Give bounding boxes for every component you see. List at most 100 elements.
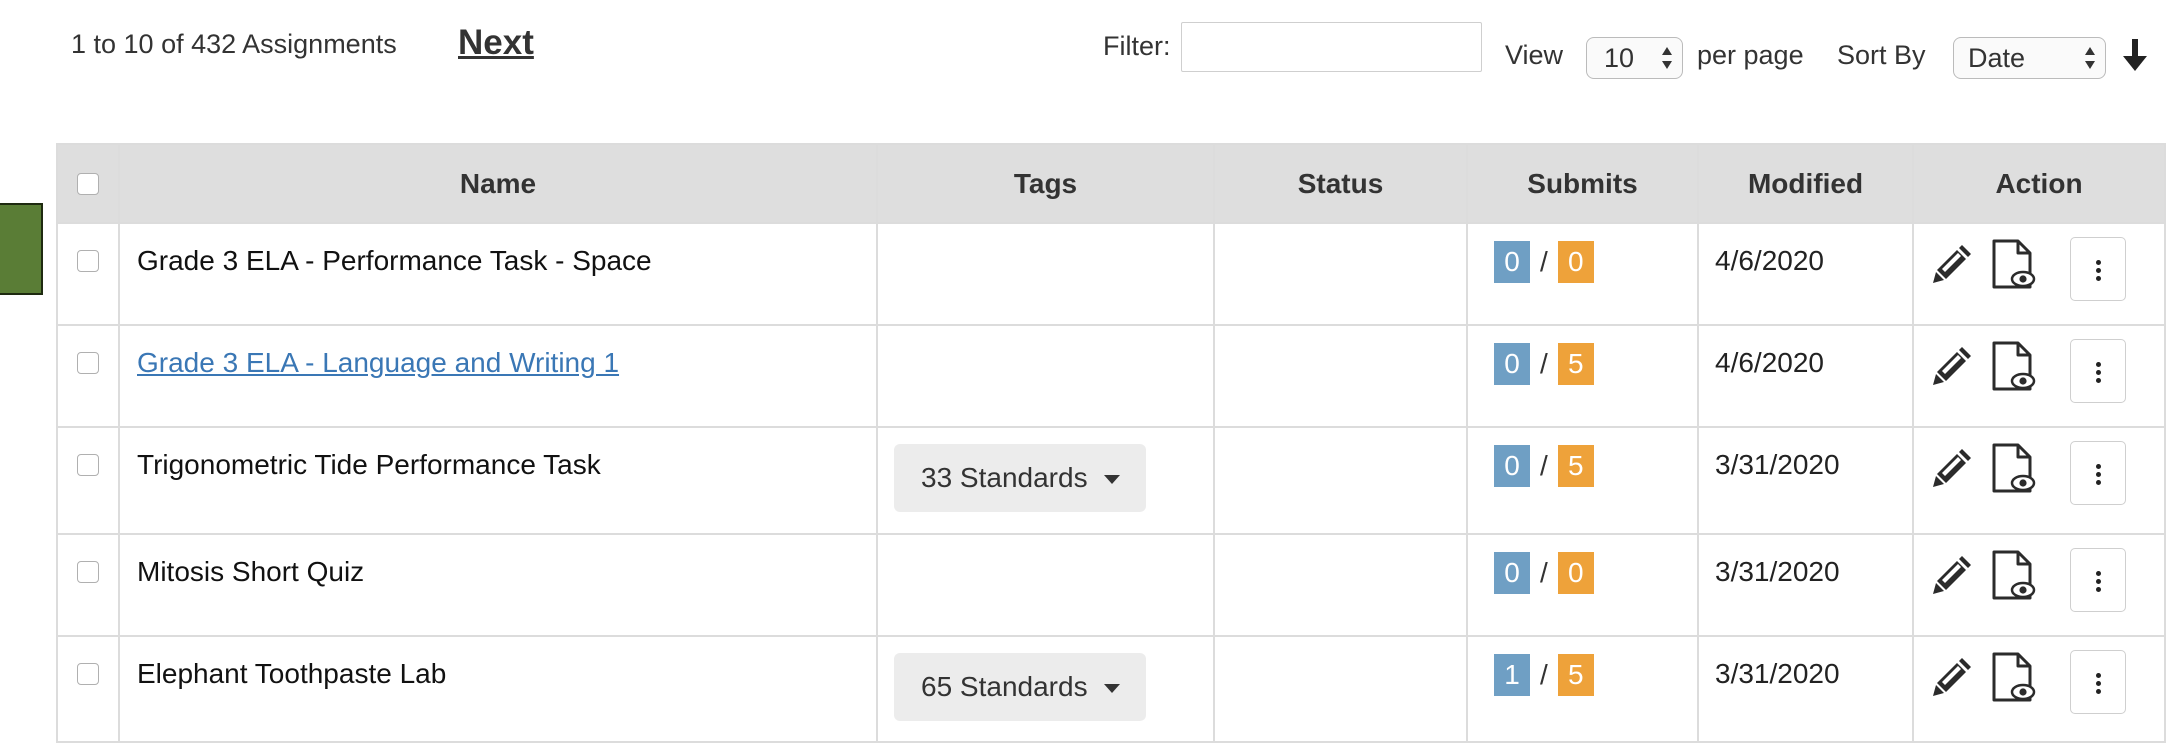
- submits-cell: 0 / 5: [1466, 426, 1699, 535]
- submitted-count-badge: 0: [1494, 241, 1530, 283]
- standards-dropdown-button[interactable]: 33 Standards: [894, 444, 1146, 513]
- standards-dropdown-button[interactable]: 65 Standards: [894, 652, 1146, 721]
- name-cell: Trigonometric Tide Performance Task: [118, 426, 878, 535]
- column-header-tags[interactable]: Tags: [876, 143, 1215, 224]
- modified-date: 4/6/2020: [1697, 324, 1914, 429]
- document-eye-icon[interactable]: [1990, 652, 2036, 702]
- tags-cell: [876, 532, 1215, 637]
- next-page-link[interactable]: Next: [458, 23, 534, 63]
- pencil-icon[interactable]: [1931, 241, 1975, 285]
- select-all-checkbox[interactable]: [77, 172, 99, 195]
- pencil-icon[interactable]: [1931, 343, 1975, 387]
- column-header-status[interactable]: Status: [1213, 143, 1468, 224]
- modified-date: 4/6/2020: [1697, 221, 1914, 327]
- status-cell: [1213, 634, 1468, 743]
- column-header-name[interactable]: Name: [118, 143, 878, 224]
- sort-by-value: Date: [1968, 43, 2026, 73]
- status-cell: [1213, 221, 1468, 327]
- action-cell: [1912, 221, 2166, 327]
- assignment-name[interactable]: Mitosis Short Quiz: [137, 556, 364, 587]
- assignment-name[interactable]: Grade 3 ELA - Performance Task - Space: [137, 245, 652, 276]
- row-select-cell: [56, 532, 120, 637]
- document-eye-icon[interactable]: [1990, 239, 2036, 289]
- action-cell: [1912, 532, 2166, 637]
- table-header-row: Name Tags Status Submits Modified Action: [56, 143, 2166, 224]
- submitted-count-badge: 0: [1494, 551, 1530, 594]
- assignment-name-link[interactable]: Grade 3 ELA - Language and Writing 1: [137, 347, 619, 378]
- more-actions-button[interactable]: [2070, 237, 2126, 301]
- sort-by-label: Sort By: [1837, 40, 1926, 70]
- total-count-badge: 5: [1557, 445, 1594, 488]
- pencil-icon[interactable]: [1931, 445, 1975, 489]
- arrow-down-icon[interactable]: [2122, 38, 2148, 72]
- table-row: Trigonometric Tide Performance Task 33 St…: [56, 426, 2166, 535]
- per-page-select[interactable]: 10: [1586, 37, 1683, 79]
- assignments-table: Name Tags Status Submits Modified Action…: [56, 143, 2166, 743]
- per-page-value: 10: [1604, 43, 1635, 73]
- submits-separator: /: [1540, 246, 1548, 277]
- submits-separator: /: [1540, 556, 1548, 588]
- submits-separator: /: [1540, 450, 1548, 482]
- action-cell: [1912, 426, 2166, 535]
- status-cell: [1213, 324, 1468, 429]
- submits-cell: 0 / 0: [1466, 532, 1699, 637]
- row-checkbox[interactable]: [77, 454, 99, 477]
- caret-down-icon: [1103, 683, 1120, 693]
- status-cell: [1213, 426, 1468, 535]
- row-checkbox[interactable]: [77, 560, 99, 583]
- more-actions-button[interactable]: [2070, 339, 2126, 404]
- more-actions-button[interactable]: [2070, 649, 2126, 714]
- row-select-cell: [56, 426, 120, 535]
- row-select-cell: [56, 324, 120, 429]
- more-actions-button[interactable]: [2070, 547, 2126, 612]
- name-cell: Grade 3 ELA - Language and Writing 1: [118, 324, 878, 429]
- more-actions-button[interactable]: [2070, 441, 2126, 506]
- row-checkbox[interactable]: [77, 250, 99, 272]
- name-cell: Mitosis Short Quiz: [118, 532, 878, 637]
- status-cell: [1213, 532, 1468, 637]
- column-header-submits[interactable]: Submits: [1466, 143, 1699, 224]
- result-count: 1 to 10 of 432 Assignments: [71, 29, 397, 59]
- select-arrows-icon: [2085, 47, 2095, 69]
- per-page-label: per page: [1697, 40, 1804, 70]
- submits-cell: 1 / 5: [1466, 634, 1699, 743]
- assignment-name[interactable]: Elephant Toothpaste Lab: [137, 658, 446, 689]
- row-select-cell: [56, 634, 120, 743]
- document-eye-icon[interactable]: [1990, 550, 2036, 600]
- sort-by-select[interactable]: Date: [1953, 37, 2106, 79]
- total-count-badge: 5: [1557, 653, 1594, 696]
- assignment-name[interactable]: Trigonometric Tide Performance Task: [137, 449, 601, 480]
- name-cell: Grade 3 ELA - Performance Task - Space: [118, 221, 878, 327]
- filter-input[interactable]: [1181, 22, 1482, 72]
- tags-cell: 65 Standards: [876, 634, 1215, 743]
- filter-label: Filter:: [1103, 31, 1171, 61]
- standards-count: 65 Standards: [921, 670, 1088, 702]
- row-checkbox[interactable]: [77, 352, 99, 375]
- submitted-count-badge: 1: [1494, 653, 1530, 696]
- action-cell: [1912, 324, 2166, 429]
- pencil-icon[interactable]: [1931, 552, 1975, 596]
- table-row: Grade 3 ELA - Performance Task - Space 0 /…: [56, 221, 2166, 327]
- pencil-icon[interactable]: [1931, 654, 1975, 698]
- name-cell: Elephant Toothpaste Lab: [118, 634, 878, 743]
- modified-date: 3/31/2020: [1697, 426, 1914, 535]
- action-cell: [1912, 634, 2166, 743]
- tags-cell: 33 Standards: [876, 426, 1215, 535]
- side-tab[interactable]: [0, 203, 43, 295]
- tags-cell: [876, 324, 1215, 429]
- modified-date: 3/31/2020: [1697, 634, 1914, 743]
- modified-date: 3/31/2020: [1697, 532, 1914, 637]
- submits-separator: /: [1540, 658, 1548, 690]
- document-eye-icon[interactable]: [1990, 341, 2036, 391]
- select-arrows-icon: [1662, 47, 1672, 69]
- document-eye-icon[interactable]: [1990, 443, 2036, 493]
- column-header-modified[interactable]: Modified: [1697, 143, 1914, 224]
- row-checkbox[interactable]: [77, 662, 99, 685]
- submits-cell: 0 / 5: [1466, 324, 1699, 429]
- table-row: Elephant Toothpaste Lab 65 Standards 1 / 5 3/…: [56, 634, 2166, 743]
- row-select-cell: [56, 221, 120, 327]
- total-count-badge: 5: [1557, 343, 1594, 386]
- submitted-count-badge: 0: [1494, 445, 1530, 488]
- standards-count: 33 Standards: [921, 462, 1088, 494]
- total-count-badge: 0: [1557, 241, 1594, 283]
